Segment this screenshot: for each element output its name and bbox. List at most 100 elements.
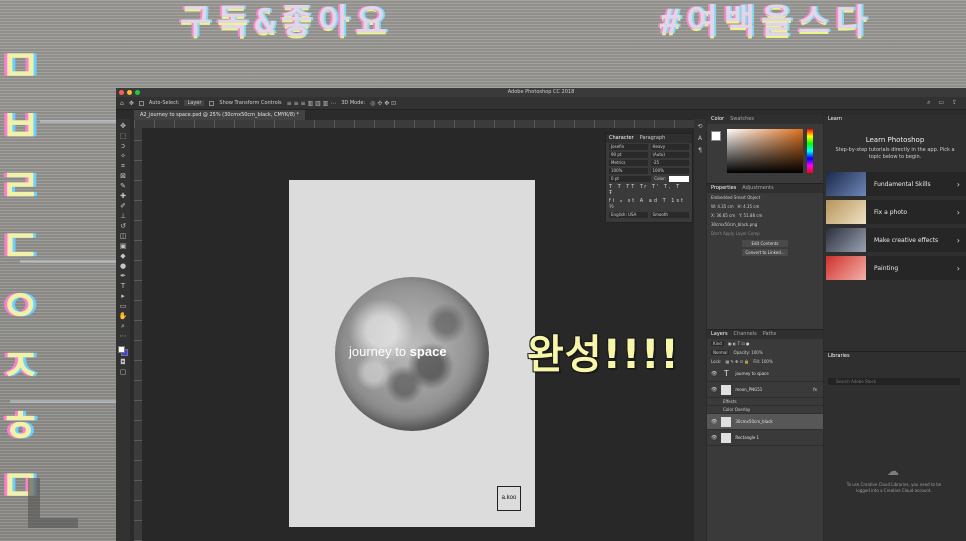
history-icon[interactable]: ⟲ bbox=[697, 123, 702, 130]
blur-tool-icon[interactable]: ◆ bbox=[120, 252, 125, 260]
y-field[interactable]: Y: 51.88 cm bbox=[739, 213, 762, 218]
edit-contents-button[interactable]: Edit Contents bbox=[742, 240, 788, 247]
crop-tool-icon[interactable]: ⌗ bbox=[121, 162, 125, 170]
learn-card-fix-a-photo[interactable]: Fix a photo › bbox=[826, 200, 966, 224]
visibility-eye-icon[interactable]: 👁 bbox=[711, 371, 717, 377]
opentype-buttons[interactable]: fi ℴ st A ad T 1st ½ bbox=[606, 197, 692, 211]
character-icon[interactable]: A bbox=[698, 135, 702, 142]
blend-mode-select[interactable]: Normal bbox=[711, 350, 730, 355]
stamp-tool-icon[interactable]: ⊥ bbox=[120, 212, 126, 220]
align-icons[interactable]: ≡ ≡ ≡ ▥ ▥ ▥ ⋯ bbox=[287, 100, 337, 107]
vertical-scale-field[interactable]: 100% bbox=[609, 168, 648, 174]
poster-document[interactable]: journey to space a.koo bbox=[289, 180, 535, 527]
horizontal-scale-field[interactable]: 100% bbox=[650, 168, 689, 174]
opacity-field[interactable]: Opacity: 100% bbox=[733, 350, 762, 355]
marquee-tool-icon[interactable]: ⬚ bbox=[120, 132, 127, 140]
font-size-field[interactable]: 90 pt bbox=[609, 152, 648, 158]
magic-wand-icon[interactable]: ✧ bbox=[120, 152, 126, 160]
gradient-tool-icon[interactable]: ▣ bbox=[120, 242, 127, 250]
3d-tools-icons[interactable]: ◎ ✣ ✥ ⊡ bbox=[370, 100, 396, 107]
frame-tool-icon[interactable]: ⊠ bbox=[120, 172, 126, 180]
eyedropper-icon[interactable]: ✎ bbox=[120, 182, 126, 190]
screen-mode-icon[interactable]: ▢ bbox=[120, 368, 127, 376]
layer-effect-row[interactable]: Color Overlay bbox=[707, 406, 823, 414]
visibility-eye-icon[interactable]: 👁 bbox=[711, 419, 717, 425]
tab-character[interactable]: Character bbox=[609, 134, 634, 143]
healing-brush-icon[interactable]: ✚ bbox=[120, 192, 126, 200]
visibility-eye-icon[interactable]: 👁 bbox=[711, 435, 717, 441]
text-color-swatch[interactable] bbox=[669, 176, 689, 182]
dodge-tool-icon[interactable]: ● bbox=[120, 262, 126, 270]
learn-card-painting[interactable]: Painting › bbox=[826, 256, 966, 280]
document-tab[interactable]: A2_journey to space.psd @ 25% (30cmx50cm… bbox=[134, 110, 306, 120]
tab-libraries[interactable]: Libraries bbox=[828, 352, 850, 361]
move-tool-icon[interactable]: ✥ bbox=[129, 100, 134, 107]
lock-icons[interactable]: ▦ ✎ ✥ ⊡ 🔒 bbox=[725, 359, 749, 364]
auto-select-dropdown[interactable]: Layer bbox=[184, 100, 205, 106]
paragraph-icon[interactable]: ¶ bbox=[698, 147, 702, 154]
path-select-icon[interactable]: ▸ bbox=[121, 292, 125, 300]
tracking-field[interactable]: -25 bbox=[650, 160, 689, 166]
zoom-tool-icon[interactable]: ⌕ bbox=[121, 322, 125, 330]
auto-select-checkbox[interactable] bbox=[138, 100, 144, 106]
learn-card-creative-effects[interactable]: Make creative effects › bbox=[826, 228, 966, 252]
baseline-shift-field[interactable]: 0 pt bbox=[609, 176, 652, 182]
leading-field[interactable]: (Auto) bbox=[650, 152, 689, 158]
layer-row[interactable]: 👁 T journey to space bbox=[707, 366, 823, 382]
show-transform-checkbox[interactable] bbox=[209, 100, 215, 106]
tab-paths[interactable]: Paths bbox=[763, 330, 777, 339]
visibility-eye-icon[interactable]: 👁 bbox=[711, 387, 717, 393]
brush-tool-icon[interactable]: ✐ bbox=[120, 202, 126, 210]
tab-properties[interactable]: Properties bbox=[711, 184, 736, 193]
tab-learn[interactable]: Learn bbox=[828, 115, 842, 124]
tab-layers[interactable]: Layers bbox=[711, 330, 728, 339]
x-field[interactable]: X: 36.65 cm bbox=[711, 213, 735, 218]
kerning-field[interactable]: Metrics bbox=[609, 160, 648, 166]
type-style-buttons[interactable]: T T TT Tr T' T, T Ŧ bbox=[606, 183, 692, 197]
hue-slider[interactable] bbox=[807, 129, 813, 173]
layer-name[interactable]: journey to space bbox=[735, 371, 768, 376]
fx-badge[interactable]: fx bbox=[813, 387, 817, 392]
quick-mask-icon[interactable]: ◘ bbox=[120, 358, 126, 366]
layer-row[interactable]: 👁 Rectangle 1 bbox=[707, 430, 823, 446]
foreground-color-swatch[interactable] bbox=[118, 346, 125, 353]
fill-field[interactable]: Fill: 100% bbox=[753, 359, 772, 364]
color-picker-field[interactable] bbox=[727, 129, 803, 173]
tab-channels[interactable]: Channels bbox=[734, 330, 757, 339]
more-tools-icon[interactable]: ⋯ bbox=[120, 332, 127, 340]
lasso-tool-icon[interactable]: ↄ bbox=[121, 142, 125, 150]
hand-tool-icon[interactable]: ✋ bbox=[119, 312, 128, 320]
layer-effects-row[interactable]: Effects bbox=[707, 398, 823, 406]
layer-row[interactable]: 👁 moon_PNG51 fx bbox=[707, 382, 823, 398]
font-family-select[interactable]: Josefin bbox=[609, 144, 648, 150]
home-icon[interactable]: ⌂ bbox=[120, 100, 124, 107]
move-tool-icon[interactable]: ✥ bbox=[120, 122, 126, 130]
filter-icons[interactable]: ▣ ◐ T ⊡ ● bbox=[728, 341, 750, 346]
tab-swatches[interactable]: Swatches bbox=[730, 115, 754, 124]
foreground-color-indicator[interactable] bbox=[711, 131, 721, 141]
pen-tool-icon[interactable]: ✒ bbox=[120, 272, 126, 280]
learn-card-fundamental-skills[interactable]: Fundamental Skills › bbox=[826, 172, 966, 196]
antialias-select[interactable]: Smooth bbox=[650, 212, 689, 218]
type-tool-icon[interactable]: T bbox=[121, 282, 125, 290]
layer-name[interactable]: 30cmx50cm_black bbox=[735, 419, 772, 424]
width-field[interactable]: W: 4.35 cm bbox=[711, 204, 734, 209]
eraser-tool-icon[interactable]: ◫ bbox=[120, 232, 127, 240]
layer-kind-filter[interactable]: Kind bbox=[711, 341, 724, 346]
tab-adjustments[interactable]: Adjustments bbox=[742, 184, 773, 193]
font-style-select[interactable]: Heavy bbox=[650, 144, 689, 150]
layer-name[interactable]: Rectangle 1 bbox=[735, 435, 759, 440]
layer-comp-select[interactable]: Don't Apply Layer Comp bbox=[707, 229, 823, 238]
language-select[interactable]: English: USA bbox=[609, 212, 648, 218]
tab-color[interactable]: Color bbox=[711, 115, 724, 124]
history-brush-icon[interactable]: ↺ bbox=[120, 222, 126, 230]
convert-linked-button[interactable]: Convert to Linked... bbox=[742, 249, 788, 256]
tab-paragraph[interactable]: Paragraph bbox=[640, 134, 666, 143]
libraries-search[interactable]: Search Adobe Stock bbox=[828, 378, 960, 385]
workspace-icons[interactable]: ⌕ ▭ ⇪ bbox=[927, 99, 960, 107]
layer-name[interactable]: moon_PNG51 bbox=[735, 387, 762, 392]
height-field[interactable]: H: 4.35 cm bbox=[737, 204, 759, 209]
shape-tool-icon[interactable]: ▭ bbox=[120, 302, 127, 310]
color-swatches[interactable] bbox=[118, 346, 128, 356]
layer-row-selected[interactable]: 👁 30cmx50cm_black bbox=[707, 414, 823, 430]
